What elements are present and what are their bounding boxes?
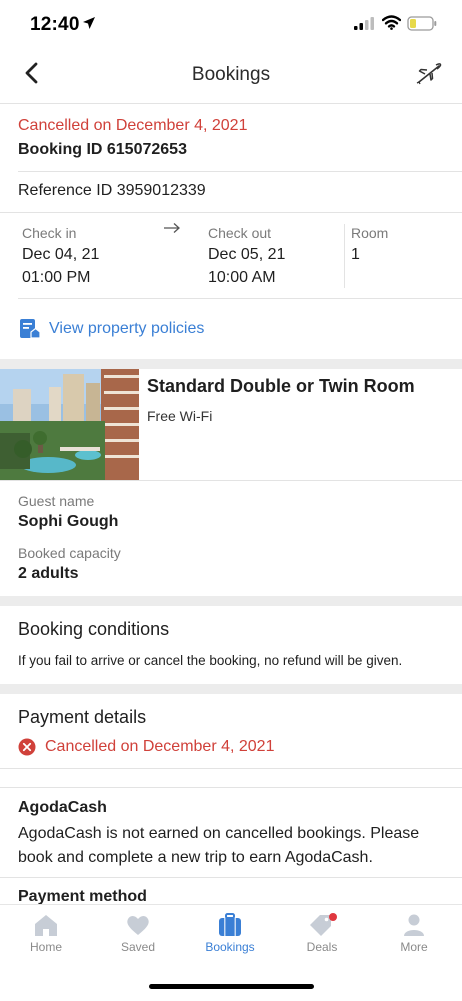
tab-bookings[interactable]: Bookings [184,913,276,963]
navigation-bar: Bookings [0,48,462,104]
room-amenity: Free Wi-Fi [147,408,213,424]
tab-more[interactable]: More [368,913,460,963]
check-in-label: Check in [22,225,77,241]
room-count-label: Room [351,225,389,241]
view-property-policies-link[interactable]: View property policies [49,320,204,338]
tab-home[interactable]: Home [0,913,92,963]
divider [18,171,462,172]
payment-method-title: Payment method [18,888,147,904]
agodacash-text: AgodaCash is not earned on cancelled boo… [18,825,420,866]
divider [0,768,462,769]
booking-conditions-title: Booking conditions [18,619,170,639]
booking-id: Booking ID 615072653 [18,141,187,158]
tab-saved-label: Saved [120,940,156,954]
tab-deals[interactable]: Deals [276,913,368,963]
divider [0,212,462,213]
airplane-icon[interactable] [415,61,443,87]
booking-detail-content[interactable]: Cancelled on December 4, 2021 Booking ID… [0,104,462,904]
heart-icon [127,916,149,935]
booked-capacity-label: Booked capacity [18,545,121,561]
check-in-date: Dec 04, 21 [22,246,100,263]
wifi-icon [382,15,401,30]
room-type: Standard Double or Twin Room [147,376,415,396]
booked-capacity: 2 adults [18,565,79,582]
person-icon [404,914,424,936]
arrow-right-icon [164,223,180,233]
section-separator [0,684,462,694]
cancellation-status: Cancelled on December 4, 2021 [18,117,248,134]
check-out-date: Dec 05, 21 [208,246,286,263]
payment-status: Cancelled on December 4, 2021 [45,738,275,755]
check-in-time: 01:00 PM [22,269,91,286]
tab-more-label: More [400,940,428,954]
suitcase-icon [219,913,241,936]
cellular-signal-icon [354,17,374,30]
battery-icon [407,16,437,31]
tab-deals-label: Deals [306,940,338,954]
tab-bookings-label: Bookings [205,940,255,954]
section-separator [0,359,462,369]
check-out-label: Check out [208,225,272,241]
home-icon [35,915,57,936]
location-arrow-icon [83,17,95,29]
room-count: 1 [351,246,360,263]
column-divider [344,224,345,288]
clock-time: 12:40 [30,14,80,35]
cancelled-x-icon [18,738,36,756]
divider [0,787,462,788]
guest-name: Sophi Gough [18,513,119,530]
tab-home-label: Home [29,940,62,954]
hotel-room-photo [0,369,139,480]
tab-saved[interactable]: Saved [92,913,184,963]
status-bar: 12:40 [0,0,462,48]
tag-icon [310,913,337,936]
policy-document-icon [20,319,41,339]
check-out-time: 10:00 AM [208,269,276,286]
payment-details-title: Payment details [18,707,147,727]
agodacash-title: AgodaCash [18,799,107,816]
home-indicator [149,984,314,989]
guest-name-label: Guest name [18,493,95,509]
section-separator [0,596,462,606]
divider [0,480,462,481]
divider [18,298,462,299]
page-title: Bookings [191,64,271,85]
booking-conditions-text: If you fail to arrive or cancel the book… [18,653,403,668]
reference-id: Reference ID 3959012339 [18,182,206,199]
divider [0,877,462,878]
